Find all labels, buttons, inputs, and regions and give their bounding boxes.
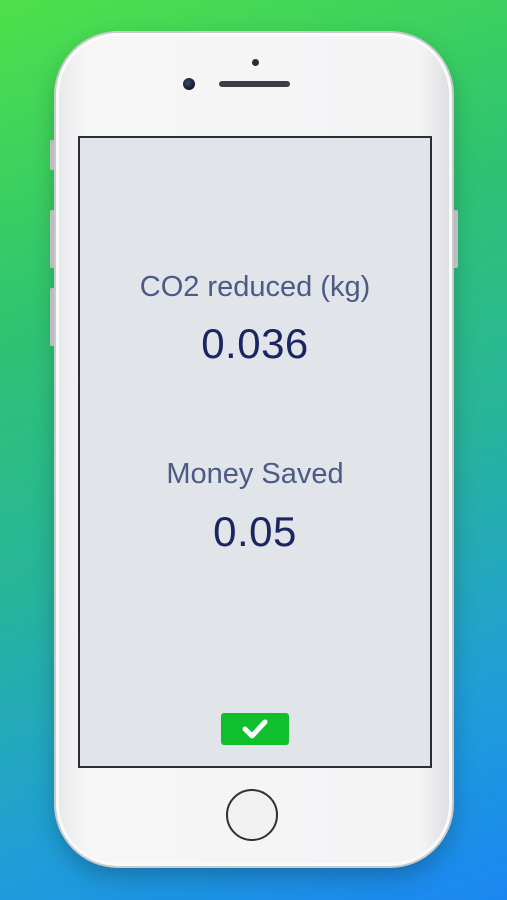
home-button[interactable] — [226, 789, 278, 841]
checkmark-icon — [242, 719, 268, 739]
co2-reduced-value: 0.036 — [201, 320, 309, 367]
money-saved-label: Money Saved — [166, 458, 344, 490]
confirm-button[interactable] — [221, 713, 289, 745]
app-screen: CO2 reduced (kg) 0.036 Money Saved 0.05 — [78, 136, 432, 768]
power-button — [452, 210, 458, 268]
proximity-sensor — [252, 59, 259, 66]
money-saved-value: 0.05 — [213, 508, 297, 555]
earpiece-speaker — [219, 81, 290, 87]
co2-reduced-label: CO2 reduced (kg) — [139, 271, 371, 303]
front-camera-icon — [183, 78, 195, 90]
